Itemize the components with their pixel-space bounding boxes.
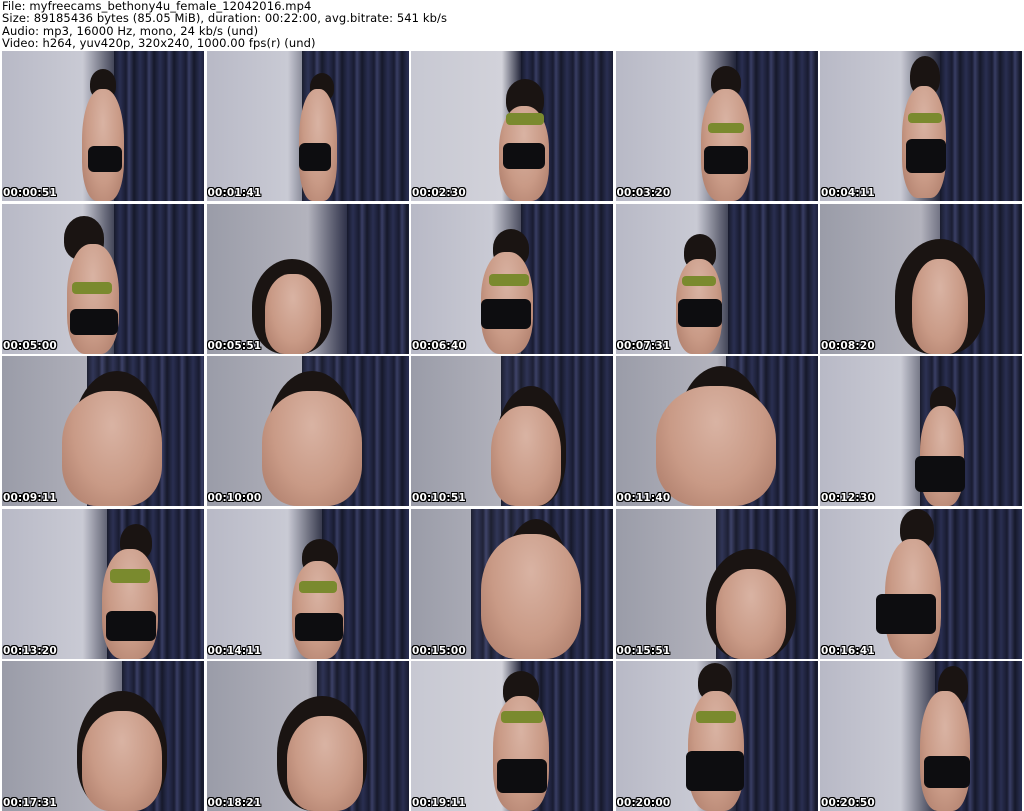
- video-info-line: Video: h264, yuv420p, 320x240, 1000.00 f…: [2, 36, 316, 51]
- video-thumbnail: 00:00:51: [2, 51, 204, 201]
- video-thumbnail: 00:06:40: [411, 203, 613, 354]
- timestamp-label: 00:15:00: [412, 644, 466, 657]
- video-thumbnail: 00:09:11: [2, 356, 204, 506]
- video-thumbnail: 00:14:11: [206, 508, 409, 659]
- timestamp-label: 00:14:11: [207, 644, 262, 657]
- timestamp-label: 00:08:20: [821, 339, 875, 352]
- timestamp-label: 00:15:51: [616, 644, 671, 657]
- video-thumbnail: 00:20:00: [615, 661, 818, 811]
- timestamp-label: 00:12:30: [821, 492, 875, 504]
- video-thumbnail: 00:17:31: [2, 661, 204, 811]
- video-thumbnail: 00:18:21: [206, 661, 409, 811]
- timestamp-label: 00:03:20: [616, 187, 671, 199]
- timestamp-label: 00:19:11: [412, 797, 466, 809]
- timestamp-label: 00:05:00: [3, 339, 57, 352]
- timestamp-label: 00:05:51: [207, 339, 262, 352]
- timestamp-label: 00:11:40: [616, 492, 671, 504]
- video-thumbnail: 00:01:41: [206, 51, 409, 201]
- file-info-header: File: myfreecams_bethony4u_female_120420…: [2, 0, 1022, 50]
- file-size-line: Size: 89185436 bytes (85.05 MiB), durati…: [2, 11, 448, 26]
- timestamp-label: 00:13:20: [3, 644, 57, 657]
- timestamp-label: 00:10:00: [207, 492, 262, 504]
- timestamp-label: 00:07:31: [616, 339, 671, 352]
- video-thumbnail: 00:05:51: [206, 203, 409, 354]
- timestamp-label: 00:01:41: [207, 187, 262, 199]
- video-thumbnail: 00:03:20: [615, 51, 818, 201]
- thumbnail-grid: 00:00:51 00:01:41 00:02:30 00:03:20 00:0…: [2, 51, 1022, 811]
- video-thumbnail: 00:05:00: [2, 203, 204, 354]
- video-thumbnail: 00:13:20: [2, 508, 204, 659]
- timestamp-label: 00:00:51: [3, 187, 57, 199]
- video-thumbnail: 00:15:00: [411, 508, 613, 659]
- timestamp-label: 00:02:30: [412, 187, 466, 199]
- video-thumbnail: 00:10:00: [206, 356, 409, 506]
- timestamp-label: 00:17:31: [3, 797, 57, 809]
- video-thumbnail: 00:12:30: [820, 356, 1022, 506]
- timestamp-label: 00:06:40: [412, 339, 466, 352]
- video-thumbnail: 00:07:31: [615, 203, 818, 354]
- timestamp-label: 00:20:50: [821, 797, 875, 809]
- video-thumbnail: 00:15:51: [615, 508, 818, 659]
- timestamp-label: 00:09:11: [3, 492, 57, 504]
- timestamp-label: 00:18:21: [207, 797, 262, 809]
- video-thumbnail: 00:19:11: [411, 661, 613, 811]
- video-thumbnail: 00:16:41: [820, 508, 1022, 659]
- video-thumbnail: 00:10:51: [411, 356, 613, 506]
- timestamp-label: 00:04:11: [821, 187, 875, 199]
- video-thumbnail: 00:02:30: [411, 51, 613, 201]
- video-thumbnail: 00:08:20: [820, 203, 1022, 354]
- timestamp-label: 00:10:51: [412, 492, 466, 504]
- timestamp-label: 00:20:00: [616, 797, 671, 809]
- timestamp-label: 00:16:41: [821, 644, 875, 657]
- video-thumbnail: 00:04:11: [820, 51, 1022, 201]
- video-thumbnail: 00:20:50: [820, 661, 1022, 811]
- video-thumbnail: 00:11:40: [615, 356, 818, 506]
